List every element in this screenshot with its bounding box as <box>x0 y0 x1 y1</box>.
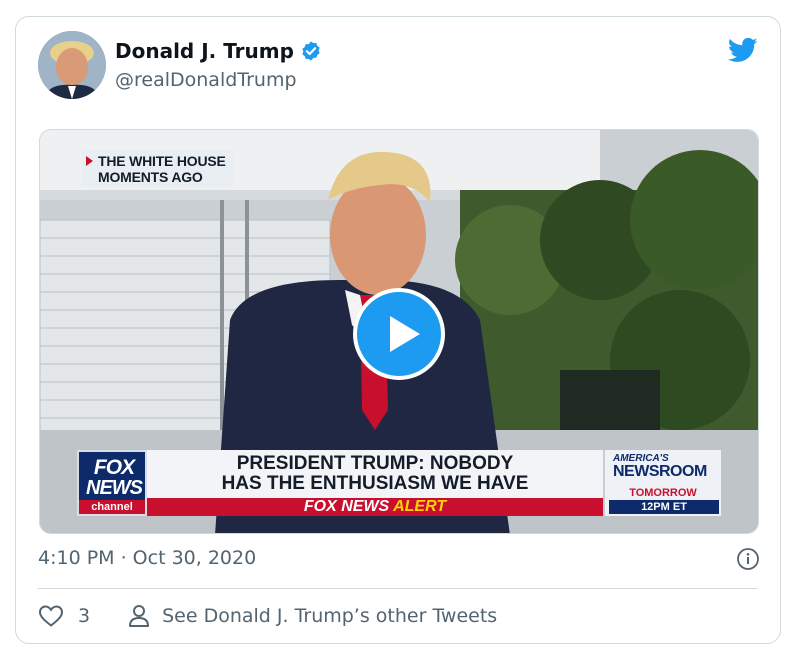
network-logo-line3: channel <box>79 500 145 514</box>
network-logo-line2: NEWS <box>86 477 143 499</box>
avatar[interactable] <box>38 31 106 99</box>
info-icon[interactable] <box>736 547 760 571</box>
heart-icon <box>38 605 64 627</box>
tweet-card[interactable]: Donald J. Trump @realDonaldTrump THE WHI… <box>15 16 781 644</box>
play-button[interactable] <box>353 288 445 380</box>
show-line2: NEWSROOM <box>613 463 707 480</box>
location-tag: THE WHITE HOUSE MOMENTS AGO <box>82 150 234 187</box>
author-name[interactable]: Donald J. Trump <box>115 39 294 63</box>
like-button[interactable]: 3 <box>38 604 90 628</box>
show-line3: TOMORROW <box>629 487 697 499</box>
alert-bar: FOX NEWS ALERT <box>147 498 603 516</box>
person-icon <box>129 605 150 627</box>
tweet-timestamp[interactable]: 4:10 PM · Oct 30, 2020 <box>38 547 256 569</box>
divider <box>38 588 758 589</box>
headline-chyron: PRESIDENT TRUMP: NOBODY HAS THE ENTHUSIA… <box>147 450 603 500</box>
other-tweets-link[interactable]: See Donald J. Trump’s other Tweets <box>128 604 497 628</box>
verified-badge-icon <box>302 41 320 61</box>
location-tag-line1: THE WHITE HOUSE <box>98 153 226 169</box>
tweet-actions: 3 See Donald J. Trump’s other Tweets <box>38 604 497 628</box>
alert-word: ALERT <box>393 498 447 515</box>
other-tweets-label: See Donald J. Trump’s other Tweets <box>162 605 498 627</box>
play-marker-icon <box>86 156 93 166</box>
headline-line1: PRESIDENT TRUMP: NOBODY <box>236 453 514 474</box>
location-tag-line2: MOMENTS AGO <box>98 169 203 185</box>
show-bug: AMERICA'S NEWSROOM TOMORROW 12PM ET <box>603 450 721 516</box>
like-count: 3 <box>78 605 91 627</box>
play-icon <box>390 316 420 352</box>
network-logo: FOX NEWS channel <box>77 450 147 516</box>
video-player[interactable]: THE WHITE HOUSE MOMENTS AGO FOX NEWS cha… <box>39 129 759 534</box>
author-handle[interactable]: @realDonaldTrump <box>115 69 297 91</box>
headline-line2: HAS THE ENTHUSIASM WE HAVE <box>221 473 529 494</box>
twitter-bird-icon[interactable] <box>726 35 760 65</box>
show-line4: 12PM ET <box>609 500 719 514</box>
alert-prefix: FOX NEWS <box>303 498 390 515</box>
